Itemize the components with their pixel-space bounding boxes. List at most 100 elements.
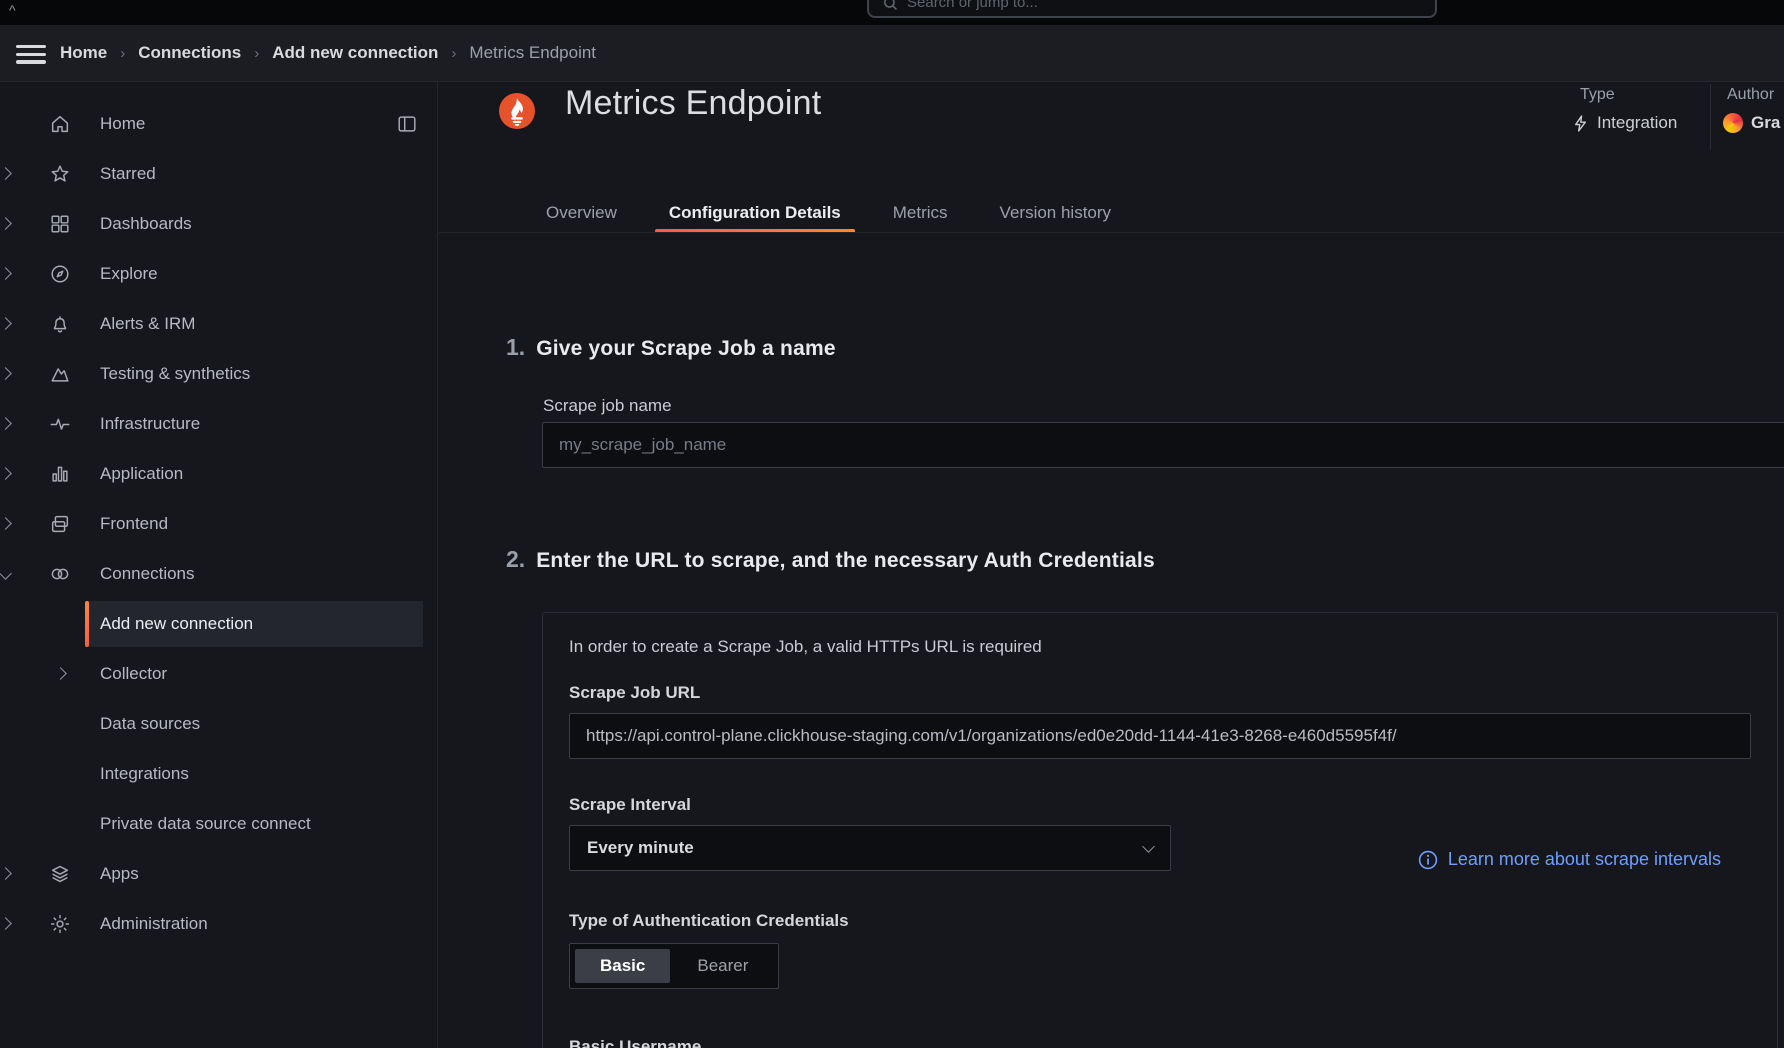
chevron-right-icon[interactable] — [0, 517, 12, 530]
header-divider — [1710, 84, 1711, 150]
sidebar-item-connections[interactable]: Connections — [0, 549, 437, 599]
scrape-config-card: In order to create a Scrape Job, a valid… — [542, 612, 1778, 1048]
sidebar-item-label: Administration — [100, 914, 208, 934]
sidebar-item-testing-synthetics[interactable]: Testing & synthetics — [0, 349, 437, 399]
sidebar-item-apps[interactable]: Apps — [0, 849, 437, 899]
learn-more-link[interactable]: Learn more about scrape intervals — [1418, 849, 1721, 870]
sidebar-item-explore[interactable]: Explore — [0, 249, 437, 299]
sidebar-item-frontend[interactable]: Frontend — [0, 499, 437, 549]
sidebar-item-label: Connections — [100, 564, 195, 584]
sidebar-item-label: Frontend — [100, 514, 168, 534]
sidebar-item-private-data-source-connect[interactable]: Private data source connect — [0, 799, 437, 849]
gear-icon — [49, 913, 71, 935]
auth-option-basic[interactable]: Basic — [575, 949, 670, 983]
sidebar-item-label: Integrations — [100, 764, 189, 784]
breadcrumb-separator: › — [120, 45, 125, 62]
tabs-divider — [439, 232, 1784, 233]
browser-icon — [49, 513, 71, 535]
chevron-right-icon[interactable] — [0, 317, 12, 330]
sidebar-item-label: Home — [100, 114, 145, 134]
search-input[interactable]: Search or jump to... — [867, 0, 1437, 18]
auth-type-radiogroup: Basic Bearer — [569, 943, 779, 989]
author-label: Author — [1727, 86, 1774, 104]
type-value: Integration — [1572, 113, 1677, 133]
breadcrumb-metrics-endpoint: Metrics Endpoint — [469, 43, 596, 63]
link-rings-icon — [49, 563, 71, 585]
sidebar-item-data-sources[interactable]: Data sources — [0, 699, 437, 749]
breadcrumb: Home › Connections › Add new connection … — [60, 25, 596, 81]
breadcrumb-bar: Home › Connections › Add new connection … — [0, 25, 1784, 82]
chevron-right-icon[interactable] — [0, 267, 12, 280]
scrape-job-url-input[interactable] — [569, 713, 1751, 759]
sidebar-item-label: Collector — [100, 664, 167, 684]
scrape-interval-select[interactable]: Every minute — [569, 825, 1171, 871]
k6-mountain-icon — [49, 363, 71, 385]
breadcrumb-home[interactable]: Home — [60, 43, 107, 63]
chevron-right-icon[interactable] — [0, 217, 12, 230]
breadcrumb-add-new-connection[interactable]: Add new connection — [272, 43, 438, 63]
sidebar-item-home[interactable]: Home — [0, 99, 437, 149]
sidebar-item-starred[interactable]: Starred — [0, 149, 437, 199]
sidebar-item-collector[interactable]: Collector — [0, 649, 437, 699]
chevron-right-icon[interactable] — [54, 667, 67, 680]
sidebar-item-add-new-connection[interactable]: Add new connection — [0, 599, 437, 649]
https-required-note: In order to create a Scrape Job, a valid… — [569, 637, 1042, 657]
sidebar-item-label: Starred — [100, 164, 156, 184]
chevron-right-icon[interactable] — [0, 167, 12, 180]
auth-option-bearer[interactable]: Bearer — [672, 949, 773, 983]
breadcrumb-separator: › — [254, 45, 259, 62]
sidebar-item-label: Dashboards — [100, 214, 192, 234]
chevron-down-icon[interactable] — [0, 567, 12, 580]
sidebar-item-infrastructure[interactable]: Infrastructure — [0, 399, 437, 449]
page-title: Metrics Endpoint — [565, 84, 821, 123]
prometheus-icon — [499, 93, 535, 129]
tab-version-history[interactable]: Version history — [986, 196, 1126, 233]
chevron-right-icon[interactable] — [0, 367, 12, 380]
type-label: Type — [1580, 86, 1615, 104]
bell-icon — [49, 313, 71, 335]
compass-icon — [49, 263, 71, 285]
dock-panel-icon[interactable] — [396, 113, 418, 135]
sidebar-item-integrations[interactable]: Integrations — [0, 749, 437, 799]
top-strip: ^ Search or jump to... — [0, 0, 1784, 25]
sidebar-item-label: Add new connection — [100, 614, 253, 634]
author-value: Gra — [1723, 113, 1780, 133]
sidebar-item-dashboards[interactable]: Dashboards — [0, 199, 437, 249]
sidebar-item-label: Alerts & IRM — [100, 314, 195, 334]
menu-icon[interactable] — [16, 45, 46, 68]
section2-heading: 2. Enter the URL to scrape, and the nece… — [506, 546, 1155, 573]
layers-icon — [49, 863, 71, 885]
sidebar-item-label: Infrastructure — [100, 414, 200, 434]
tab-bar: Overview Configuration Details Metrics V… — [532, 196, 1125, 233]
sidebar-item-administration[interactable]: Administration — [0, 899, 437, 949]
tab-overview[interactable]: Overview — [532, 196, 631, 233]
sidebar-item-label: Testing & synthetics — [100, 364, 250, 384]
chevron-right-icon[interactable] — [0, 917, 12, 930]
sidebar-item-label: Private data source connect — [100, 814, 311, 834]
scrape-job-name-input[interactable] — [542, 422, 1784, 468]
bar-chart-icon — [49, 463, 71, 485]
lightning-icon — [1572, 115, 1589, 132]
scrape-interval-label: Scrape Interval — [569, 795, 691, 815]
basic-username-label: Basic Username — [569, 1037, 701, 1048]
scrape-job-url-label: Scrape Job URL — [569, 683, 700, 703]
tab-metrics[interactable]: Metrics — [879, 196, 962, 233]
chevron-right-icon[interactable] — [0, 417, 12, 430]
sidebar-item-label: Data sources — [100, 714, 200, 734]
breadcrumb-connections[interactable]: Connections — [138, 43, 241, 63]
sidebar-item-label: Explore — [100, 264, 158, 284]
tab-configuration-details[interactable]: Configuration Details — [655, 196, 855, 233]
sidebar-item-alerts-irm[interactable]: Alerts & IRM — [0, 299, 437, 349]
scrape-interval-value: Every minute — [587, 838, 694, 858]
search-placeholder: Search or jump to... — [907, 0, 1038, 11]
sidebar-nav: Home Starred Dashboards Explore Alerts & IRM… — [0, 82, 438, 1048]
sidebar-item-application[interactable]: Application — [0, 449, 437, 499]
collapse-caret[interactable]: ^ — [9, 2, 16, 18]
grafana-logo-icon — [1723, 113, 1743, 133]
search-icon — [883, 0, 898, 11]
chevron-right-icon[interactable] — [0, 467, 12, 480]
chevron-down-icon — [1142, 840, 1155, 853]
auth-type-label: Type of Authentication Credentials — [569, 911, 849, 931]
dashboards-grid-icon — [49, 213, 71, 235]
chevron-right-icon[interactable] — [0, 867, 12, 880]
